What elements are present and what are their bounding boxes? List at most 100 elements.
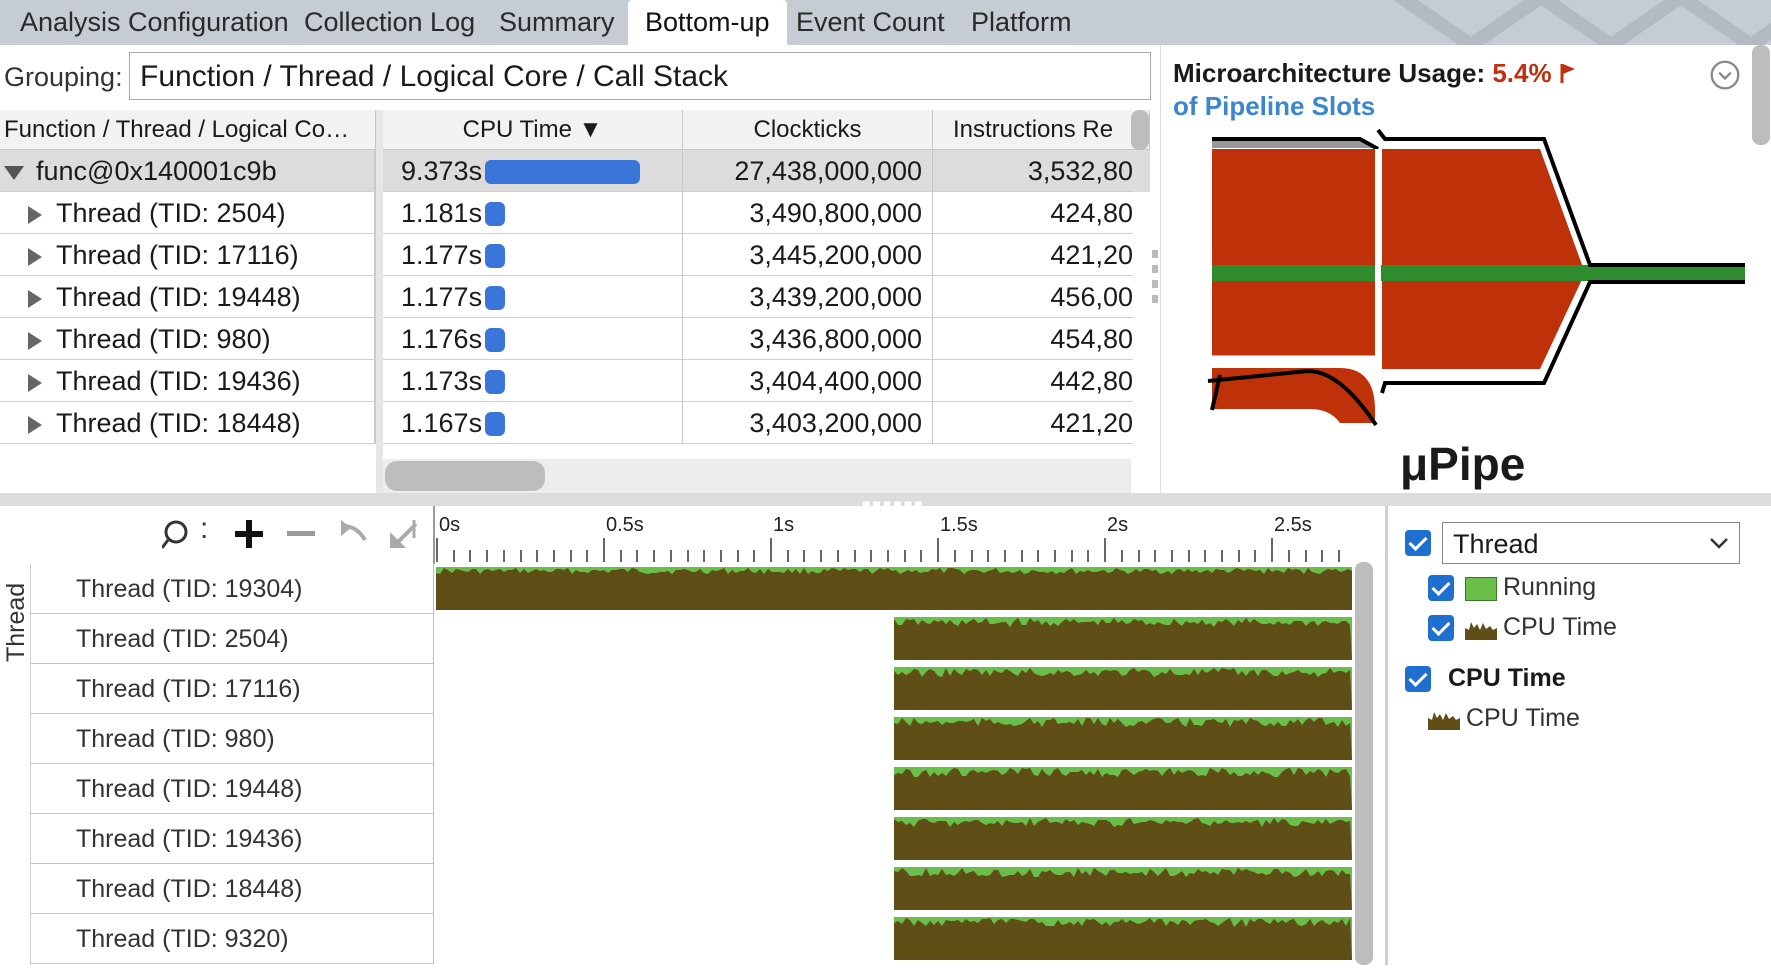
expand-triangle-icon[interactable] [28, 289, 42, 308]
grid-column-splitter[interactable] [376, 110, 383, 493]
timeline-thread-label: Thread (TID: 19436) [76, 825, 303, 853]
timeline-thread-row[interactable]: Thread (TID: 17116) [30, 664, 1356, 714]
legend-divider[interactable] [1385, 506, 1388, 965]
timeline-track[interactable] [433, 764, 1356, 814]
panel-resize-grip[interactable] [1152, 250, 1158, 305]
timeline-thread-label: Thread (TID: 19304) [76, 575, 303, 603]
cpu-time-area [894, 917, 1352, 960]
timeline-track[interactable] [433, 614, 1356, 664]
timeline-thread-label: Thread (TID: 19448) [76, 775, 303, 803]
cpu-time-area [894, 817, 1352, 860]
ruler-tick-label: 1.5s [940, 514, 978, 536]
tab-analysis-configuration[interactable]: Analysis Configuration [20, 0, 289, 45]
upipe-label: μPipe [1400, 438, 1526, 490]
upipe-diagram [1207, 128, 1745, 427]
cpu-time-swatch-icon [1465, 622, 1497, 640]
grid-cell-instructions: 454,80 [933, 318, 1133, 360]
timeline-track[interactable] [433, 664, 1356, 714]
expand-triangle-icon[interactable] [28, 415, 42, 434]
timeline-thread-axis: Thread [0, 570, 30, 670]
grid-row-name: Thread (TID: 2504) [56, 198, 286, 228]
cpu-time-group-title: CPU Time [1448, 664, 1566, 692]
timeline-thread-row[interactable]: Thread (TID: 2504) [30, 614, 1356, 664]
timeline-vertical-scrollbar[interactable] [1355, 562, 1373, 965]
grid-row[interactable]: Thread (TID: 980) 1.176s 3,436,800,000 454,… [0, 318, 1150, 360]
column-header-function[interactable]: Function / Thread / Logical Co… [0, 110, 376, 150]
timeline-ruler-ticks: 0s 0.5s 1s 1.5s 2s 2.5s [436, 514, 1340, 562]
grid-cell-clockticks: 27,438,000,000 [683, 150, 933, 192]
tab-event-count[interactable]: Event Count [796, 0, 945, 45]
timeline-thread-label: Thread (TID: 980) [76, 725, 275, 753]
cpu-time-thread-legend-label: CPU Time [1503, 613, 1617, 641]
chevron-down-icon [1710, 538, 1728, 549]
tab-bar: Analysis Configuration Collection Log Su… [0, 0, 1771, 45]
grid-cell-clockticks: 3,445,200,000 [683, 234, 933, 276]
grid-cell-clockticks: 3,403,200,000 [683, 402, 933, 444]
cpu-time-value: 1.177s [401, 282, 483, 312]
expand-triangle-icon[interactable] [28, 247, 42, 266]
timeline-track[interactable] [433, 564, 1356, 614]
cpu-time-value: 9.373s [401, 156, 483, 186]
expand-triangle-icon[interactable] [28, 205, 42, 224]
grid-row[interactable]: Thread (TID: 17116) 1.177s 3,445,200,000 42… [0, 234, 1150, 276]
zoom-in-icon[interactable] [233, 518, 265, 550]
timeline-track[interactable] [433, 714, 1356, 764]
cpu-time-value: 1.176s [401, 324, 483, 354]
timeline-track[interactable] [433, 864, 1356, 914]
timeline-thread-row[interactable]: Thread (TID: 18448) [30, 864, 1356, 914]
undo-zoom-icon[interactable] [337, 518, 369, 550]
timeline-track[interactable] [433, 914, 1356, 964]
grid-cell-instructions: 456,00 [933, 276, 1133, 318]
bottom-up-grid: Function / Thread / Logical Co… CPU Time… [0, 110, 1150, 493]
cpu-time-group-checkbox[interactable] [1405, 666, 1431, 692]
column-header-cpu-time[interactable]: CPU Time ▼ [383, 110, 683, 150]
cpu-time-series [436, 568, 1352, 610]
grid-cell-cpu-time: 1.167s [383, 402, 683, 444]
column-header-clockticks[interactable]: Clockticks [683, 110, 933, 150]
running-checkbox[interactable] [1428, 575, 1454, 601]
running-legend-label: Running [1503, 573, 1597, 601]
legend-band-select[interactable]: Thread [1442, 522, 1740, 564]
grid-vertical-scrollbar[interactable] [1131, 110, 1149, 150]
grouping-select[interactable]: Function / Thread / Logical Core / Call … [129, 52, 1151, 100]
grid-row[interactable]: Thread (TID: 18448) 1.167s 3,403,200,000 42… [0, 402, 1150, 444]
grid-row[interactable]: Thread (TID: 19448) 1.177s 3,439,200,000 45… [0, 276, 1150, 318]
zoom-out-icon[interactable] [285, 518, 317, 550]
grid-row-name: Thread (TID: 18448) [56, 408, 301, 438]
grid-row-name: Thread (TID: 19448) [56, 282, 301, 312]
grid-row[interactable]: func@0x140001c9b 9.373s 27,438,000,000 3,53… [0, 150, 1150, 192]
cpu-time-area [436, 567, 1352, 610]
timeline-thread-row[interactable]: Thread (TID: 980) [30, 714, 1356, 764]
tab-collection-log[interactable]: Collection Log [304, 0, 475, 45]
grid-row[interactable]: Thread (TID: 19436) 1.173s 3,404,400,000 44… [0, 360, 1150, 402]
reset-zoom-icon[interactable] [388, 518, 420, 550]
grid-cell-cpu-time: 1.181s [383, 192, 683, 234]
timeline-ruler[interactable]: 0s 0.5s 1s 1.5s 2s 2.5s [433, 506, 1357, 565]
uarch-subtitle: of Pipeline Slots [1173, 91, 1376, 121]
cpu-time-series [894, 618, 1352, 660]
timeline-thread-row[interactable]: Thread (TID: 19304) [30, 564, 1356, 614]
tab-platform[interactable]: Platform [971, 0, 1072, 45]
collapse-triangle-icon[interactable] [4, 165, 24, 180]
grid-row[interactable]: Thread (TID: 2504) 1.181s 3,490,800,000 424… [0, 192, 1150, 234]
column-header-instructions-retired[interactable]: Instructions Re [933, 110, 1150, 150]
tab-bottom-up[interactable]: Bottom-up [628, 0, 787, 45]
timeline-thread-label: Thread (TID: 18448) [76, 875, 303, 903]
upipe-stall-block-left [1212, 149, 1376, 356]
zoom-search-icon[interactable] [162, 518, 196, 552]
cpu-time-value: 1.181s [401, 198, 483, 228]
grid-cell-clockticks: 3,490,800,000 [683, 192, 933, 234]
grid-cell-name: func@0x140001c9b [0, 150, 376, 192]
timeline-track[interactable] [433, 814, 1356, 864]
cpu-time-thread-checkbox[interactable] [1428, 615, 1454, 641]
grid-horizontal-scrollbar[interactable] [385, 461, 545, 491]
collapse-chevron-icon[interactable] [1710, 60, 1740, 90]
thread-group-checkbox[interactable] [1405, 530, 1431, 556]
tab-summary[interactable]: Summary [499, 0, 615, 45]
timeline-thread-row[interactable]: Thread (TID: 19448) [30, 764, 1356, 814]
timeline-thread-row[interactable]: Thread (TID: 19436) [30, 814, 1356, 864]
expand-triangle-icon[interactable] [28, 373, 42, 392]
timeline-thread-row[interactable]: Thread (TID: 9320) [30, 914, 1356, 964]
expand-triangle-icon[interactable] [28, 331, 42, 350]
grid-cell-instructions: 424,80 [933, 192, 1133, 234]
